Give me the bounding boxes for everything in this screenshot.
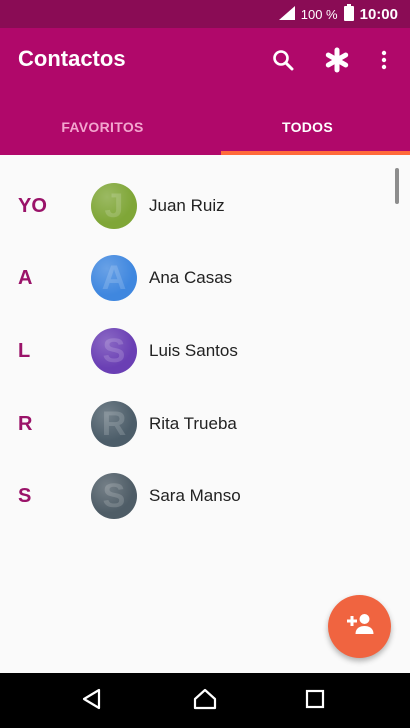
contact-name: Sara Manso <box>149 486 241 505</box>
contact-row[interactable]: R R Rita Trueba <box>0 388 410 460</box>
contact-name: Rita Trueba <box>149 414 237 433</box>
section-letter: YO <box>18 194 47 217</box>
section-letter: R <box>18 412 33 435</box>
section-letter: A <box>18 266 33 289</box>
more-vert-icon <box>381 50 387 75</box>
recents-button[interactable] <box>299 685 331 717</box>
contact-row[interactable]: S S Sara Manso <box>0 460 410 532</box>
tab-bar: FAVORITOS TODOS <box>0 98 410 155</box>
tab-favoritos[interactable]: FAVORITOS <box>0 98 205 155</box>
home-icon <box>193 688 217 715</box>
search-button[interactable] <box>265 44 301 80</box>
avatar: J <box>91 183 137 229</box>
contact-name: Luis Santos <box>149 341 238 360</box>
add-contact-button[interactable] <box>328 595 391 658</box>
tab-label: FAVORITOS <box>61 118 144 135</box>
contact-row[interactable]: A A Ana Casas <box>0 242 410 314</box>
recents-icon <box>305 689 325 714</box>
app-bar: Contactos FAVORITOS TODOS <box>0 28 410 155</box>
avatar: S <box>91 473 137 519</box>
battery-percent: 100 % <box>300 6 338 22</box>
home-button[interactable] <box>189 685 221 717</box>
contact-name: Ana Casas <box>149 268 233 287</box>
back-icon <box>81 688 101 715</box>
search-icon <box>272 49 294 76</box>
battery-icon <box>343 4 354 24</box>
clock: 10:00 <box>359 5 398 23</box>
signal-icon <box>278 5 295 23</box>
tab-label: TODOS <box>281 118 334 135</box>
page-title: Contactos <box>18 46 126 71</box>
avatar: S <box>91 328 137 374</box>
navigation-bar <box>0 673 410 728</box>
asterisk-icon <box>324 47 350 78</box>
contact-row[interactable]: YO J Juan Ruiz <box>0 170 410 242</box>
section-letter: S <box>18 484 32 507</box>
scrollbar[interactable] <box>395 168 399 204</box>
tab-todos[interactable]: TODOS <box>205 98 410 155</box>
status-indicators: 100 % 10:00 <box>278 4 398 24</box>
add-person-icon <box>346 613 374 640</box>
avatar: A <box>91 255 137 301</box>
back-button[interactable] <box>75 685 107 717</box>
asterisk-button[interactable] <box>319 44 355 80</box>
section-letter: L <box>18 339 31 362</box>
more-options-button[interactable] <box>366 44 402 80</box>
status-bar: 100 % 10:00 <box>0 0 410 28</box>
contact-list: YO J Juan Ruiz A A Ana Casas L S Luis Sa… <box>0 155 410 673</box>
contact-name: Juan Ruiz <box>149 196 225 215</box>
contact-row[interactable]: L S Luis Santos <box>0 315 410 387</box>
avatar: R <box>91 401 137 447</box>
